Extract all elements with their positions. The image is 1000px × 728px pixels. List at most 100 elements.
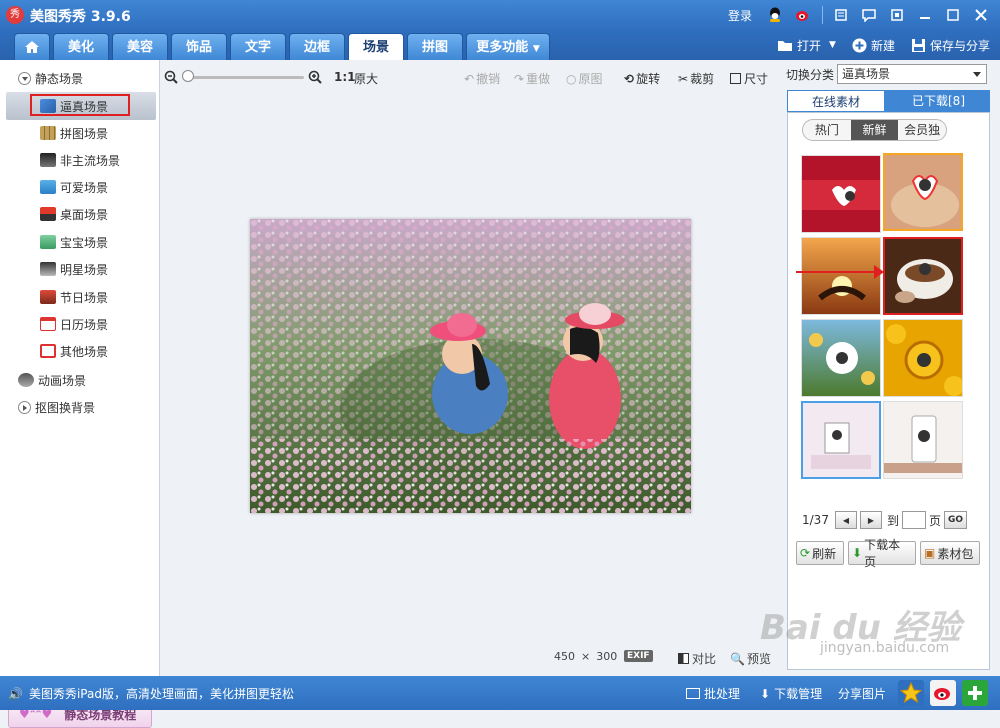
save-icon [911, 38, 925, 52]
qq-icon[interactable] [766, 6, 784, 24]
chevron-left-icon: ◀ [842, 515, 850, 525]
star-scene-icon [40, 262, 56, 276]
calendar-scene-icon [40, 317, 56, 331]
image-width: 450 [554, 650, 575, 663]
batch-process-button[interactable]: 批处理 [686, 685, 740, 702]
preview-button[interactable]: 🔍 预览 [730, 650, 771, 667]
material-thumb[interactable] [883, 401, 963, 479]
preview-label: 预览 [746, 652, 771, 666]
save-share-label: 保存与分享 [929, 38, 990, 53]
material-thumb[interactable] [883, 319, 963, 397]
tab-frame[interactable]: 边框 [289, 33, 345, 60]
cute-scene-icon [40, 180, 56, 194]
exif-button[interactable]: EXIF [624, 650, 653, 662]
crop-button[interactable]: ✂ 裁剪 [678, 70, 714, 87]
tab-accessories[interactable]: 饰品 [171, 33, 227, 60]
tree-static-scenes[interactable]: 静态场景 [18, 66, 178, 90]
subtab-hot[interactable]: 热门 [803, 120, 851, 140]
tab-home[interactable] [14, 33, 50, 60]
ipad-promo-link[interactable]: 🔊 美图秀秀iPad版，高清处理画面，美化拼图更轻松 [8, 685, 294, 702]
category-select[interactable]: 逼真场景 [837, 64, 987, 84]
switch-category-label: 切换分类 [786, 68, 835, 82]
crop-label: 裁剪 [690, 72, 715, 86]
download-page-button[interactable]: ⬇ 下载本页 [848, 538, 916, 569]
refresh-button[interactable]: ⟳ 刷新 [796, 541, 844, 565]
tree-item-realistic[interactable]: 逼真场景 [6, 92, 156, 120]
zoom-in-icon[interactable] [308, 70, 322, 84]
tree-animated-scenes[interactable]: 动画场景 [18, 368, 178, 392]
zoom-slider-thumb[interactable] [182, 70, 194, 82]
edited-photo[interactable] [250, 219, 691, 513]
save-share-button[interactable]: 保存与分享 [911, 37, 990, 54]
zoom-1to1-button[interactable]: 1:1 [334, 70, 356, 84]
tab-beautify[interactable]: 美化 [53, 33, 109, 60]
page-input[interactable] [901, 511, 926, 529]
tab-online-materials[interactable]: 在线素材 [787, 90, 885, 112]
tree-item-label: 其他场景 [60, 344, 109, 359]
zoom-slider-track[interactable] [186, 76, 304, 79]
share-image-button[interactable]: 分享图片 [838, 685, 886, 702]
download-manager-button[interactable]: ⬇ 下载管理 [760, 685, 822, 702]
add-icon[interactable] [962, 680, 988, 706]
tree-cutout-background[interactable]: 抠图换背景 [18, 395, 178, 419]
star-icon[interactable] [898, 680, 924, 706]
to-label: 到 [886, 513, 899, 528]
weibo-icon[interactable] [794, 6, 812, 24]
resize-button[interactable]: 尺寸 [730, 70, 768, 87]
undo-button[interactable]: ↶ 撤销 [464, 70, 500, 87]
tree-item-label: 拼图场景 [60, 126, 109, 141]
compare-button[interactable]: 对比 [678, 650, 716, 667]
new-label: 新建 [870, 38, 895, 53]
refresh-label: 刷新 [812, 546, 837, 561]
subtab-fresh[interactable]: 新鲜 [850, 120, 899, 140]
tab-scene[interactable]: 场景 [348, 33, 404, 60]
scissors-icon: ✂ [678, 71, 689, 86]
settings-icon[interactable] [888, 6, 906, 24]
ipad-promo-text: 美图秀秀iPad版，高清处理画面，美化拼图更轻松 [28, 687, 294, 701]
image-dimensions: 450 × 300 [554, 650, 617, 663]
download-page-label: 下载本页 [864, 538, 901, 569]
tree-item-label: 明星场景 [60, 262, 109, 277]
go-button[interactable]: GO [943, 511, 968, 529]
tree-item-label: 日历场景 [60, 317, 109, 332]
annotation-arrow [796, 265, 884, 279]
subtab-member[interactable]: 会员独享 [898, 120, 946, 140]
close-icon[interactable] [972, 6, 990, 24]
tree-item-label: 节日场景 [60, 290, 109, 305]
material-thumb[interactable] [801, 155, 881, 233]
weibo-icon[interactable] [930, 680, 956, 706]
open-button[interactable]: 打开 ▼ [777, 37, 836, 54]
new-button[interactable]: 新建 [852, 37, 895, 54]
reset-original-button[interactable]: ○ 原图 [566, 70, 603, 87]
prev-page-button[interactable]: ◀ [834, 511, 857, 529]
material-thumb[interactable] [883, 153, 963, 231]
undo-label: 撤销 [476, 72, 501, 86]
tab-collage[interactable]: 拼图 [407, 33, 463, 60]
app-logo-icon: 秀 [6, 6, 24, 24]
zoom-out-icon[interactable] [164, 70, 178, 84]
next-page-button[interactable]: ▶ [859, 511, 882, 529]
expand-icon[interactable] [18, 400, 31, 414]
expand-icon[interactable] [18, 71, 31, 85]
material-thumb-coffee[interactable] [883, 237, 963, 315]
exif-label: EXIF [624, 650, 653, 662]
login-link[interactable]: 登录 [728, 7, 752, 24]
tab-beauty[interactable]: 美容 [112, 33, 168, 60]
tab-text[interactable]: 文字 [230, 33, 286, 60]
rotate-icon: ⟲ [624, 71, 635, 86]
rotate-button[interactable]: ⟲ 旋转 [624, 70, 660, 87]
material-thumb[interactable] [801, 319, 881, 397]
feedback-icon[interactable] [860, 6, 878, 24]
tab-downloaded[interactable]: 已下载[8] [887, 90, 990, 112]
minimize-icon[interactable] [916, 6, 934, 24]
times-symbol: × [581, 650, 591, 663]
tab-more[interactable]: 更多功能 ▼ [466, 33, 550, 60]
material-pack-button[interactable]: ▣ 素材包 [920, 541, 980, 565]
divider [822, 6, 824, 24]
material-thumb[interactable] [801, 401, 881, 479]
redo-button[interactable]: ↷ 重做 [514, 70, 550, 87]
original-size-button[interactable]: 原大 [354, 70, 378, 87]
skin-icon[interactable] [832, 6, 850, 24]
maximize-icon[interactable] [944, 6, 962, 24]
chevron-down-icon[interactable]: ▼ [829, 40, 836, 50]
